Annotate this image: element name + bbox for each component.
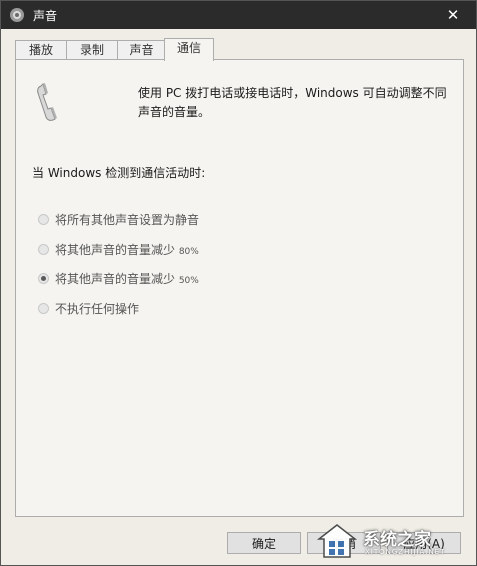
tab-playback[interactable]: 播放 [15, 40, 67, 60]
option-percent: 80% [178, 247, 199, 257]
tab-communications[interactable]: 通信 [164, 38, 214, 61]
tab-label: 声音 [129, 43, 154, 57]
option-label: 将所有其他声音设置为静音 [55, 213, 200, 227]
ok-button[interactable]: 确定 [227, 532, 301, 554]
communications-panel: 使用 PC 拨打电话或接电话时，Windows 可自动调整不同声音的音量。 当 … [15, 59, 464, 517]
sound-dialog: 声音 ✕ 播放 录制 声音 通信 使用 PC 拨打电话或接电话时，Windows… [0, 0, 477, 566]
tab-label: 录制 [79, 43, 104, 57]
option-label: 不执行任何操作 [55, 302, 140, 316]
close-button[interactable]: ✕ [430, 1, 476, 29]
close-icon: ✕ [446, 6, 460, 24]
watermark-subtext: XITONGZHIJIA.NET [365, 548, 446, 556]
house-logo-icon [317, 524, 357, 558]
phone-handset-icon [37, 83, 57, 121]
tab-sounds[interactable]: 声音 [117, 40, 166, 60]
radio-button[interactable] [38, 214, 49, 225]
tab-recording[interactable]: 录制 [66, 40, 118, 60]
description-text: 使用 PC 拨打电话或接电话时，Windows 可自动调整不同声音的音量。 [138, 86, 447, 119]
title-bar[interactable]: 声音 ✕ [1, 1, 476, 29]
option-label: 将其他声音的音量减少 [55, 272, 179, 286]
option-percent: 50% [178, 276, 199, 286]
section-label: 当 Windows 检测到通信活动时: [32, 166, 206, 180]
option-label: 将其他声音的音量减少 [55, 243, 179, 257]
tab-label: 播放 [28, 43, 53, 57]
radio-button[interactable] [38, 303, 49, 314]
watermark-text: 系统之家 [363, 530, 431, 550]
radio-button[interactable] [38, 244, 49, 255]
tab-label: 通信 [176, 41, 201, 55]
speaker-icon [10, 8, 24, 22]
radio-button-selected[interactable] [38, 273, 49, 284]
watermark: 系统之家 XITONGZHIJIA.NET [313, 519, 473, 563]
window-title: 声音 [33, 9, 58, 23]
